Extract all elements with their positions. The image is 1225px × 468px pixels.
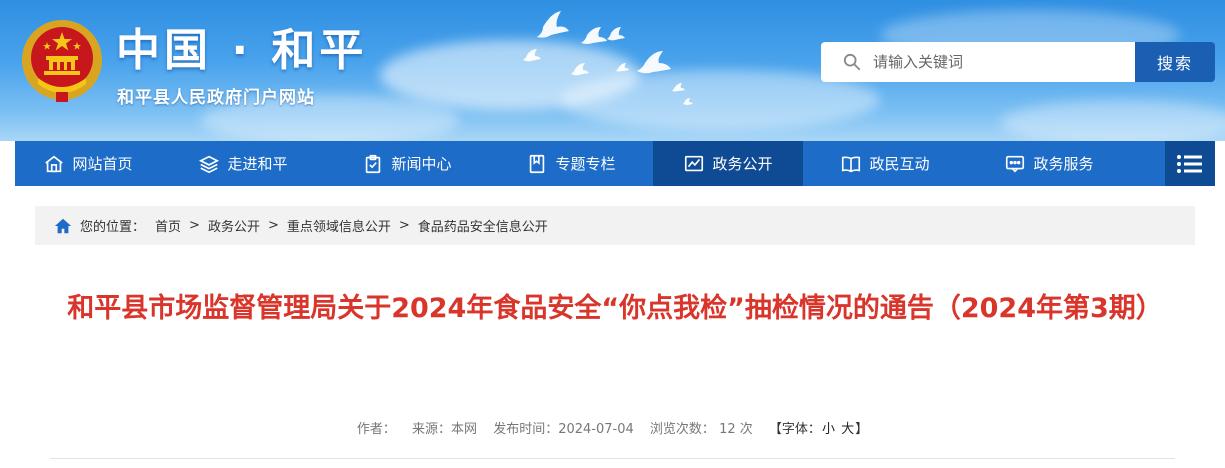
source-field: 来源：本网	[412, 422, 477, 437]
home-icon	[54, 218, 72, 233]
breadcrumb-prefix: 您的位置：	[80, 220, 146, 235]
menu-icon	[1177, 154, 1202, 173]
author-field: 作者：	[357, 422, 396, 437]
font-size-close: 】	[855, 422, 869, 437]
layers-icon	[199, 155, 220, 173]
nav-item-label: 网站首页	[72, 155, 133, 173]
breadcrumb-separator: >	[267, 218, 279, 233]
article-meta: 作者： 来源：本网 发布时间：2024-07-04 浏览次数： 12 次 【字体…	[0, 418, 1225, 437]
breadcrumb: 您的位置： 首页 > 政务公开 > 重点领域信息公开 > 食品药品安全信息公开	[35, 206, 1195, 245]
author-label: 作者：	[356, 422, 396, 437]
breadcrumb-item-gov-open[interactable]: 政务公开	[208, 216, 260, 235]
national-emblem-icon[interactable]	[20, 18, 104, 104]
nav-item-news[interactable]: 新闻中心	[325, 141, 489, 186]
article-title: 和平县市场监督管理局关于2024年食品安全“你点我检”抽检情况的通告（2024年…	[67, 293, 1163, 324]
nav-item-label: 专题专栏	[555, 155, 616, 173]
source-label: 来源：	[412, 422, 452, 437]
views-field: 浏览次数： 12 次	[650, 422, 753, 437]
date-label: 发布时间：	[493, 422, 559, 437]
breadcrumb-item-home[interactable]: 首页	[155, 216, 181, 235]
font-small-button[interactable]: 小	[822, 422, 835, 437]
home-icon	[45, 155, 64, 172]
chart-icon	[685, 155, 704, 171]
service-icon	[1006, 155, 1025, 173]
nav-item-label: 政务服务	[1033, 155, 1094, 173]
source-value: 本网	[451, 422, 478, 437]
search-input[interactable]	[873, 53, 1113, 71]
breadcrumb-item-food-drug[interactable]: 食品药品安全信息公开	[418, 216, 548, 235]
main-nav: 网站首页 走进和平 新闻中心 专题专栏 政务公开 政民互动 政务服务	[15, 141, 1215, 186]
search-icon	[843, 53, 861, 71]
views-label: 浏览次数：	[649, 422, 715, 437]
site-subtitle: 和平县人民政府门户网站	[117, 88, 315, 108]
nav-item-label: 新闻中心	[391, 155, 452, 173]
bookmark-icon	[530, 154, 545, 173]
views-value: 12	[719, 422, 736, 437]
nav-menu-button[interactable]	[1165, 141, 1215, 186]
nav-item-home[interactable]: 网站首页	[15, 141, 161, 186]
divider	[50, 458, 1175, 459]
nav-item-label: 走进和平	[227, 155, 288, 173]
nav-item-gov-open[interactable]: 政务公开	[653, 141, 803, 186]
font-size-control: 【字体：小 大】	[769, 422, 868, 437]
site-title: 中国 · 和平	[116, 25, 368, 76]
views-unit: 次	[739, 422, 753, 437]
book-icon	[842, 155, 861, 172]
nav-item-service[interactable]: 政务服务	[967, 141, 1131, 186]
site-header: 中国 · 和平 和平县人民政府门户网站 搜索	[0, 0, 1225, 141]
font-large-button[interactable]: 大	[841, 422, 854, 437]
nav-item-about[interactable]: 走进和平	[161, 141, 325, 186]
doves-decoration-icon	[523, 11, 693, 105]
date-field: 发布时间：2024-07-04	[493, 422, 634, 437]
breadcrumb-item-key-areas[interactable]: 重点领域信息公开	[287, 216, 391, 235]
search-button[interactable]: 搜索	[1135, 42, 1215, 82]
nav-item-label: 政务公开	[712, 155, 773, 173]
date-value: 2024-07-04	[558, 422, 634, 437]
nav-item-label: 政民互动	[869, 155, 930, 173]
nav-item-interaction[interactable]: 政民互动	[803, 141, 967, 186]
breadcrumb-separator: >	[398, 218, 410, 233]
font-size-label: 【字体：	[768, 422, 821, 437]
search-box	[821, 42, 1135, 82]
clipboard-icon	[366, 154, 381, 173]
nav-item-special[interactable]: 专题专栏	[489, 141, 653, 186]
breadcrumb-separator: >	[189, 218, 200, 233]
